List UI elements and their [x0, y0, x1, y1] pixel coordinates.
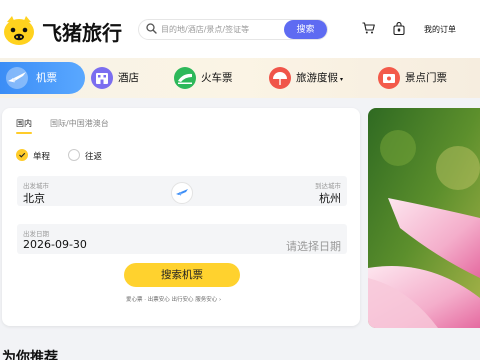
radio-dot: [68, 149, 80, 161]
radio-label-round-trip: 往返: [85, 152, 103, 162]
train-icon: [174, 67, 196, 89]
check-icon: [19, 152, 26, 158]
search-input[interactable]: [161, 22, 279, 37]
bag-icon[interactable]: [393, 22, 405, 35]
swap-cities-button[interactable]: [171, 182, 193, 204]
flight-search-card: 国内 国际/中国港澳台 单程 往返 出发城市 北京 到达城市 杭州 出发日期 2…: [2, 108, 360, 326]
tab-underline: [16, 132, 32, 134]
ticket-icon: [378, 67, 400, 89]
brand-logo[interactable]: 飞猪旅行: [2, 13, 122, 47]
promo-lotus-image[interactable]: [368, 108, 480, 328]
radio-round-trip[interactable]: 往返: [68, 149, 113, 162]
recommendations-title: 为你推荐: [2, 350, 58, 360]
from-city-input[interactable]: 北京: [23, 190, 45, 206]
swap-plane-icon: [176, 189, 188, 196]
depart-date-input[interactable]: 2026-09-30: [23, 238, 87, 251]
nav-item-tickets[interactable]: 景点门票: [377, 58, 467, 98]
pig-mascot-icon: [4, 16, 34, 45]
brand-name: 飞猪旅行: [42, 21, 122, 45]
my-orders-link[interactable]: 我的订单: [424, 24, 456, 35]
radio-label-one-way: 单程: [33, 152, 51, 162]
plane-icon: [6, 67, 28, 89]
nav-item-flights[interactable]: 机票: [4, 58, 84, 98]
nav-item-vacations[interactable]: 旅游度假 ▾: [268, 58, 358, 98]
tab-international[interactable]: 国际/中国港澳台: [50, 118, 109, 129]
header: 飞猪旅行 搜索 我的订单: [0, 0, 480, 58]
chevron-down-icon: ▾: [340, 76, 344, 83]
to-city-caption: 到达城市: [315, 182, 341, 190]
radio-dot-checked: [16, 149, 28, 161]
from-city-caption: 出发城市: [23, 182, 49, 190]
nav-label-flights: 机票: [36, 72, 57, 84]
radio-one-way[interactable]: 单程: [16, 149, 61, 162]
nav-label-hotels: 酒店: [118, 72, 139, 84]
vacation-icon: [269, 67, 291, 89]
date-field: 出发日期 2026-09-30 请选择日期: [17, 224, 347, 254]
depart-date-caption: 出发日期: [23, 230, 49, 238]
to-city-input[interactable]: 杭州: [319, 190, 341, 206]
nav-label-tickets: 景点门票: [405, 72, 447, 84]
hotel-icon: [91, 67, 113, 89]
nav-label-vacations: 旅游度假 ▾: [296, 72, 344, 84]
search-icon: [146, 23, 157, 34]
nav-item-trains[interactable]: 火车票: [173, 58, 263, 98]
nav-label-trains: 火车票: [201, 72, 233, 84]
service-nav: 机票 酒店 火车票 旅游度假 ▾ 景点门票: [0, 58, 480, 98]
assurance-text[interactable]: 爱心票 · 出票安心 出行安心 服务安心 ›: [126, 295, 221, 303]
tab-domestic[interactable]: 国内: [16, 118, 32, 129]
search-flights-button[interactable]: 搜索机票: [124, 263, 240, 287]
return-date-input[interactable]: 请选择日期: [286, 238, 341, 254]
lotus-image: [368, 108, 480, 328]
nav-item-hotels[interactable]: 酒店: [90, 58, 150, 98]
cart-icon[interactable]: [362, 22, 375, 34]
search-button[interactable]: 搜索: [284, 20, 327, 39]
